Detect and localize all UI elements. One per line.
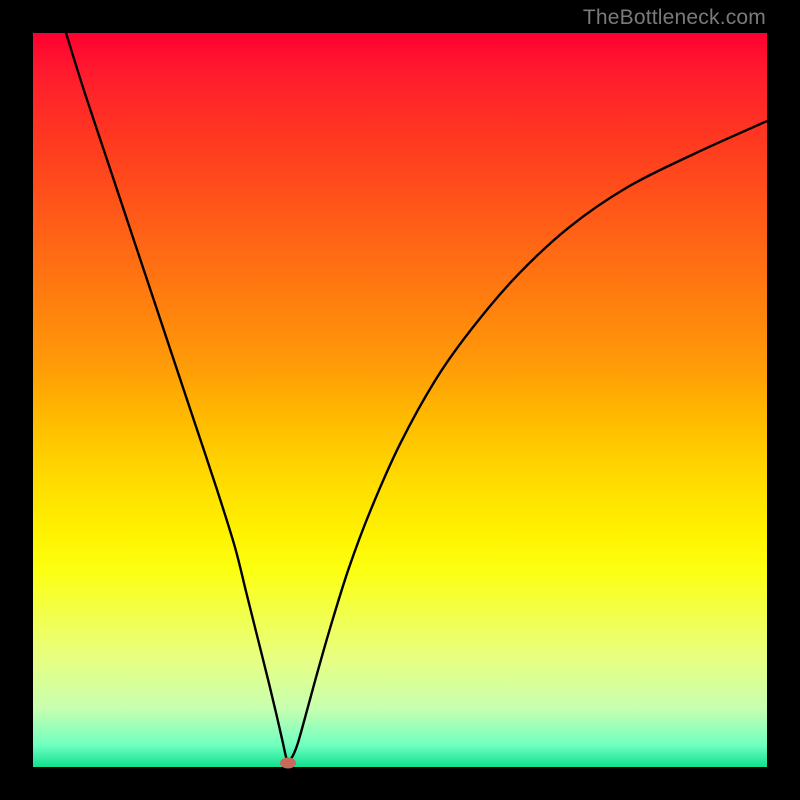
watermark: TheBottleneck.com xyxy=(583,6,766,30)
minimum-marker xyxy=(280,757,296,768)
bottleneck-curve xyxy=(66,33,767,761)
curve-svg xyxy=(33,33,767,767)
plot-area xyxy=(33,33,767,767)
chart-frame: TheBottleneck.com xyxy=(0,0,800,800)
